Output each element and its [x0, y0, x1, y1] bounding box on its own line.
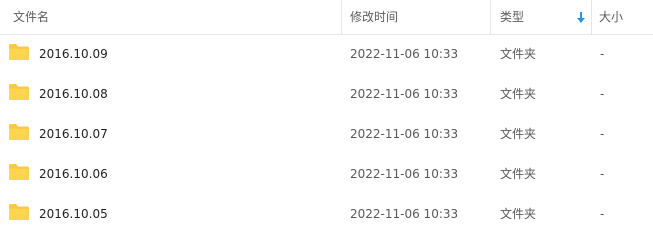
- file-type: 文件夹: [500, 127, 537, 141]
- file-size: -: [600, 207, 605, 221]
- column-header-size[interactable]: 大小: [599, 0, 623, 34]
- column-header-modified[interactable]: 修改时间: [350, 0, 398, 34]
- sort-down-arrow-icon[interactable]: [576, 12, 586, 24]
- file-list-header: 文件名 修改时间 类型 大小: [0, 0, 653, 35]
- column-divider[interactable]: [591, 0, 592, 34]
- file-type: 文件夹: [500, 87, 537, 101]
- file-name[interactable]: 2016.10.08: [39, 74, 108, 114]
- file-name[interactable]: 2016.10.06: [39, 154, 108, 194]
- file-row[interactable]: 2016.10.06 2022-11-06 10:33 文件夹 -: [0, 154, 653, 194]
- file-name[interactable]: 2016.10.09: [39, 34, 108, 74]
- file-row[interactable]: 2016.10.05 2022-11-06 10:33 文件夹 -: [0, 194, 653, 234]
- file-size: -: [600, 127, 605, 141]
- folder-icon: [9, 164, 29, 180]
- file-size: -: [600, 87, 605, 101]
- column-header-type[interactable]: 类型: [500, 0, 524, 34]
- file-modified: 2022-11-06 10:33: [350, 167, 459, 181]
- file-name[interactable]: 2016.10.05: [39, 194, 108, 234]
- file-modified: 2022-11-06 10:33: [350, 127, 459, 141]
- file-type: 文件夹: [500, 207, 537, 221]
- folder-icon: [9, 124, 29, 140]
- file-type: 文件夹: [500, 167, 537, 181]
- file-size: -: [600, 47, 605, 61]
- file-row[interactable]: 2016.10.09 2022-11-06 10:33 文件夹 -: [0, 34, 653, 74]
- column-divider[interactable]: [490, 0, 491, 34]
- folder-icon: [9, 44, 29, 60]
- file-size: -: [600, 167, 605, 181]
- file-modified: 2022-11-06 10:33: [350, 87, 459, 101]
- file-name[interactable]: 2016.10.07: [39, 114, 108, 154]
- file-row[interactable]: 2016.10.08 2022-11-06 10:33 文件夹 -: [0, 74, 653, 114]
- file-modified: 2022-11-06 10:33: [350, 47, 459, 61]
- column-header-name[interactable]: 文件名: [13, 0, 49, 34]
- column-divider[interactable]: [341, 0, 342, 34]
- file-row[interactable]: 2016.10.07 2022-11-06 10:33 文件夹 -: [0, 114, 653, 154]
- folder-icon: [9, 84, 29, 100]
- file-modified: 2022-11-06 10:33: [350, 207, 459, 221]
- folder-icon: [9, 204, 29, 220]
- file-type: 文件夹: [500, 47, 537, 61]
